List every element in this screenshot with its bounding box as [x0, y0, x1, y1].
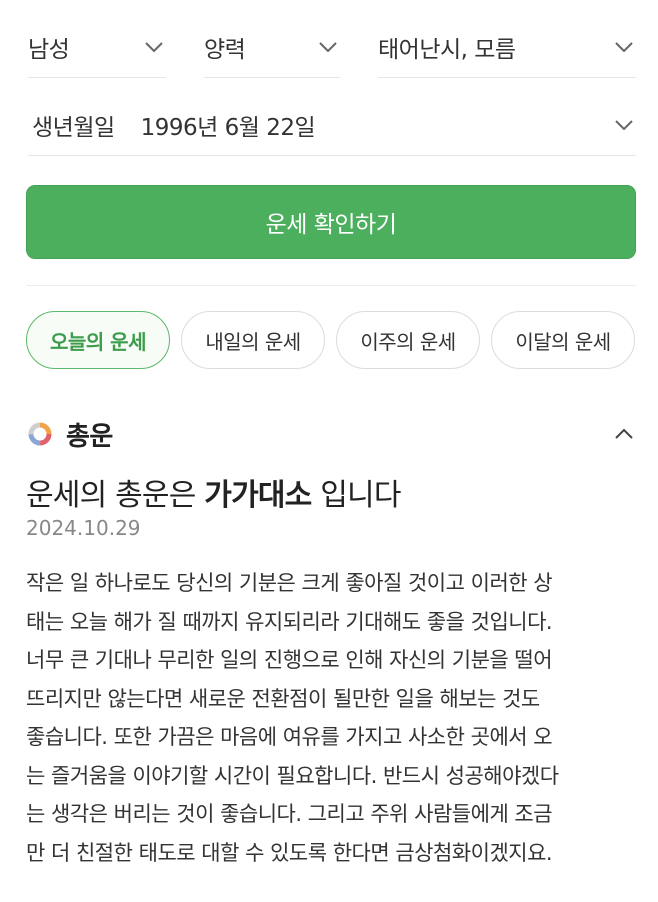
calendar-select-value: 양력: [204, 36, 246, 63]
description-line: 만 더 친절한 태도로 대할 수 있도록 한다면 금상첨화이겠지요.: [26, 840, 553, 865]
section-title: 총운: [66, 421, 113, 452]
birth-time-select-value: 태어난시, 모름: [378, 36, 516, 63]
tab-tomorrow[interactable]: 내일의 운세: [181, 311, 325, 369]
fortune-period-tabs: 오늘의 운세 내일의 운세 이주의 운세 이달의 운세: [26, 311, 635, 369]
birth-time-select[interactable]: 태어난시, 모름: [378, 16, 636, 78]
chevron-down-icon: [615, 119, 633, 130]
fortune-headline: 운세의 총운은 가가대소 입니다: [26, 470, 401, 514]
divider: [26, 285, 636, 286]
headline-keyword: 가가대소: [204, 478, 312, 513]
chevron-down-icon: [319, 41, 337, 52]
section-header: 총운: [26, 414, 638, 454]
headline-suffix: 입니다: [311, 478, 401, 513]
description-line: 좋습니다. 또한 가끔은 마음에 여유를 가지고 사소한 곳에서 오: [26, 725, 553, 749]
calendar-select[interactable]: 양력: [204, 16, 340, 78]
birthdate-value: 1996년 6월 22일: [140, 114, 316, 141]
description-line: 는 즐거움을 이야기할 시간이 필요합니다. 반드시 성공해야겠다: [26, 763, 559, 788]
fortune-date: 2024.10.29: [26, 516, 141, 540]
tab-today[interactable]: 오늘의 운세: [26, 311, 170, 369]
donut-chart-icon: [28, 422, 52, 446]
tab-this-month[interactable]: 이달의 운세: [491, 311, 635, 369]
description-line: 뜨리지만 않는다면 새로운 전환점이 될만한 일을 해보는 것도: [26, 686, 540, 711]
description-line: 태는 오늘 해가 질 때까지 유지되리라 기대해도 좋을 것입니다.: [26, 609, 553, 634]
check-fortune-button[interactable]: 운세 확인하기: [26, 185, 636, 259]
description-line: 작은 일 하나로도 당신의 기분은 크게 좋아질 것이고 이러한 상: [26, 571, 553, 595]
gender-select[interactable]: 남성: [28, 16, 166, 78]
description-line: 너무 큰 기대나 무리한 일의 진행으로 인해 자신의 기분을 떨어: [26, 648, 553, 672]
tab-this-week[interactable]: 이주의 운세: [336, 311, 480, 369]
fortune-description: 작은 일 하나로도 당신의 기분은 크게 좋아질 것이고 이러한 상 태는 오늘…: [26, 564, 626, 872]
headline-prefix: 운세의 총운은: [26, 478, 205, 513]
description-line: 는 생각은 버리는 것이 좋습니다. 그리고 주위 사람들에게 조금: [26, 802, 553, 826]
birthdate-select[interactable]: 생년월일 1996년 6월 22일: [28, 94, 636, 156]
gender-select-value: 남성: [28, 36, 70, 63]
chevron-up-icon[interactable]: [610, 420, 638, 448]
chevron-down-icon: [615, 41, 633, 52]
chevron-down-icon: [145, 41, 163, 52]
birthdate-label: 생년월일: [32, 114, 115, 141]
